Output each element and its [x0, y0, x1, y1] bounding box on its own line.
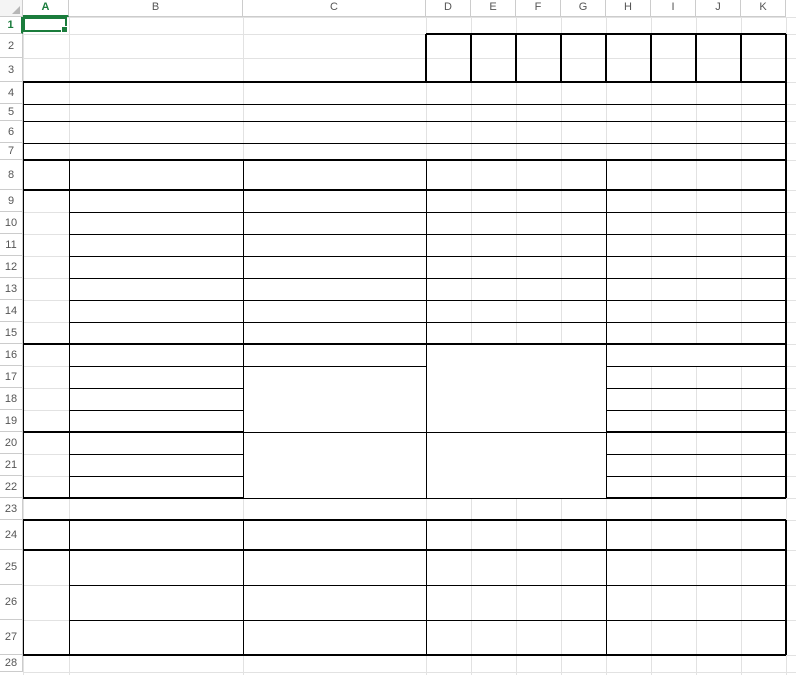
row-header-23[interactable]: 23: [0, 498, 23, 520]
row-header-6[interactable]: 6: [0, 121, 23, 143]
row-header-1[interactable]: 1: [0, 17, 23, 34]
row-header-26[interactable]: 26: [0, 585, 23, 620]
row-header-9[interactable]: 9: [0, 190, 23, 212]
col-header-D[interactable]: D: [426, 0, 471, 17]
row-header-15[interactable]: 15: [0, 322, 23, 344]
row-header-12[interactable]: 12: [0, 256, 23, 278]
col-header-C[interactable]: C: [243, 0, 426, 17]
row-header-20[interactable]: 20: [0, 432, 23, 454]
row-header-3[interactable]: 3: [0, 58, 23, 82]
row-header-7[interactable]: 7: [0, 143, 23, 160]
col-header-I[interactable]: I: [651, 0, 696, 17]
row-header-22[interactable]: 22: [0, 476, 23, 498]
col-header-G[interactable]: G: [561, 0, 606, 17]
row-header-18[interactable]: 18: [0, 388, 23, 410]
row-header-10[interactable]: 10: [0, 212, 23, 234]
col-header-E[interactable]: E: [471, 0, 516, 17]
row-header-21[interactable]: 21: [0, 454, 23, 476]
row-headers: 1234567891011121314151617181920212223242…: [0, 17, 23, 672]
row-header-19[interactable]: 19: [0, 410, 23, 432]
row-header-14[interactable]: 14: [0, 300, 23, 322]
col-header-A[interactable]: A: [23, 0, 69, 17]
row-header-5[interactable]: 5: [0, 104, 23, 121]
row-header-13[interactable]: 13: [0, 278, 23, 300]
row-header-24[interactable]: 24: [0, 520, 23, 550]
row-header-16[interactable]: 16: [0, 344, 23, 366]
col-header-J[interactable]: J: [696, 0, 741, 17]
row-header-28[interactable]: 28: [0, 655, 23, 672]
row-header-17[interactable]: 17: [0, 366, 23, 388]
grid-lines: [23, 17, 796, 675]
col-header-H[interactable]: H: [606, 0, 651, 17]
row-header-27[interactable]: 27: [0, 620, 23, 655]
column-headers: ABCDEFGHIJK: [0, 0, 786, 17]
col-header-F[interactable]: F: [516, 0, 561, 17]
select-all-corner[interactable]: [0, 0, 23, 17]
row-header-2[interactable]: 2: [0, 34, 23, 58]
row-header-4[interactable]: 4: [0, 82, 23, 104]
col-header-K[interactable]: K: [741, 0, 786, 17]
row-header-8[interactable]: 8: [0, 160, 23, 190]
row-header-25[interactable]: 25: [0, 550, 23, 585]
col-header-B[interactable]: B: [69, 0, 243, 17]
row-header-11[interactable]: 11: [0, 234, 23, 256]
